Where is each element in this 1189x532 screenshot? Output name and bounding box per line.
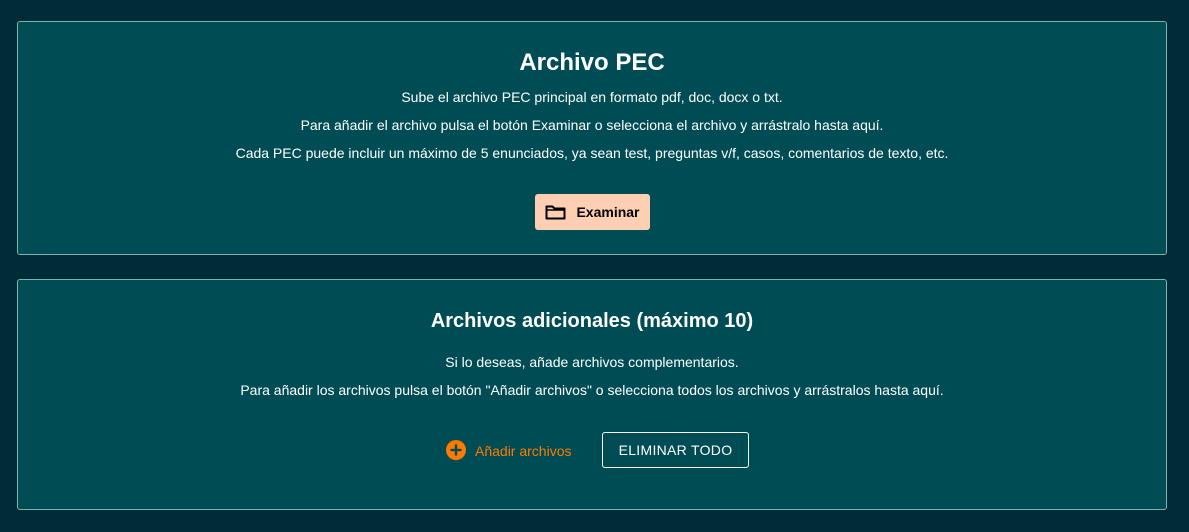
additional-files-dropzone[interactable]: Archivos adicionales (máximo 10) Si lo d… bbox=[17, 279, 1167, 510]
folder-icon bbox=[545, 204, 566, 220]
main-file-title: Archivo PEC bbox=[519, 49, 665, 76]
browse-button[interactable]: Examinar bbox=[535, 194, 650, 230]
add-files-button-label: Añadir archivos bbox=[475, 443, 572, 459]
additional-files-intro-text: Si lo deseas, añade archivos complementa… bbox=[445, 354, 739, 370]
browse-button-label: Examinar bbox=[576, 204, 640, 220]
main-file-instructions-text: Para añadir el archivo pulsa el botón Ex… bbox=[300, 117, 884, 133]
additional-files-instructions-text: Para añadir los archivos pulsa el botón … bbox=[240, 382, 944, 398]
main-file-format-text: Sube el archivo PEC principal en formato… bbox=[401, 89, 783, 105]
remove-all-button[interactable]: ELIMINAR TODO bbox=[602, 432, 749, 468]
main-file-dropzone[interactable]: Archivo PEC Sube el archivo PEC principa… bbox=[17, 21, 1167, 255]
additional-files-title: Archivos adicionales (máximo 10) bbox=[430, 310, 754, 332]
main-file-limit-text: Cada PEC puede incluir un máximo de 5 en… bbox=[235, 145, 949, 161]
add-files-button[interactable]: Añadir archivos bbox=[446, 433, 572, 469]
plus-circle-icon bbox=[446, 439, 466, 463]
